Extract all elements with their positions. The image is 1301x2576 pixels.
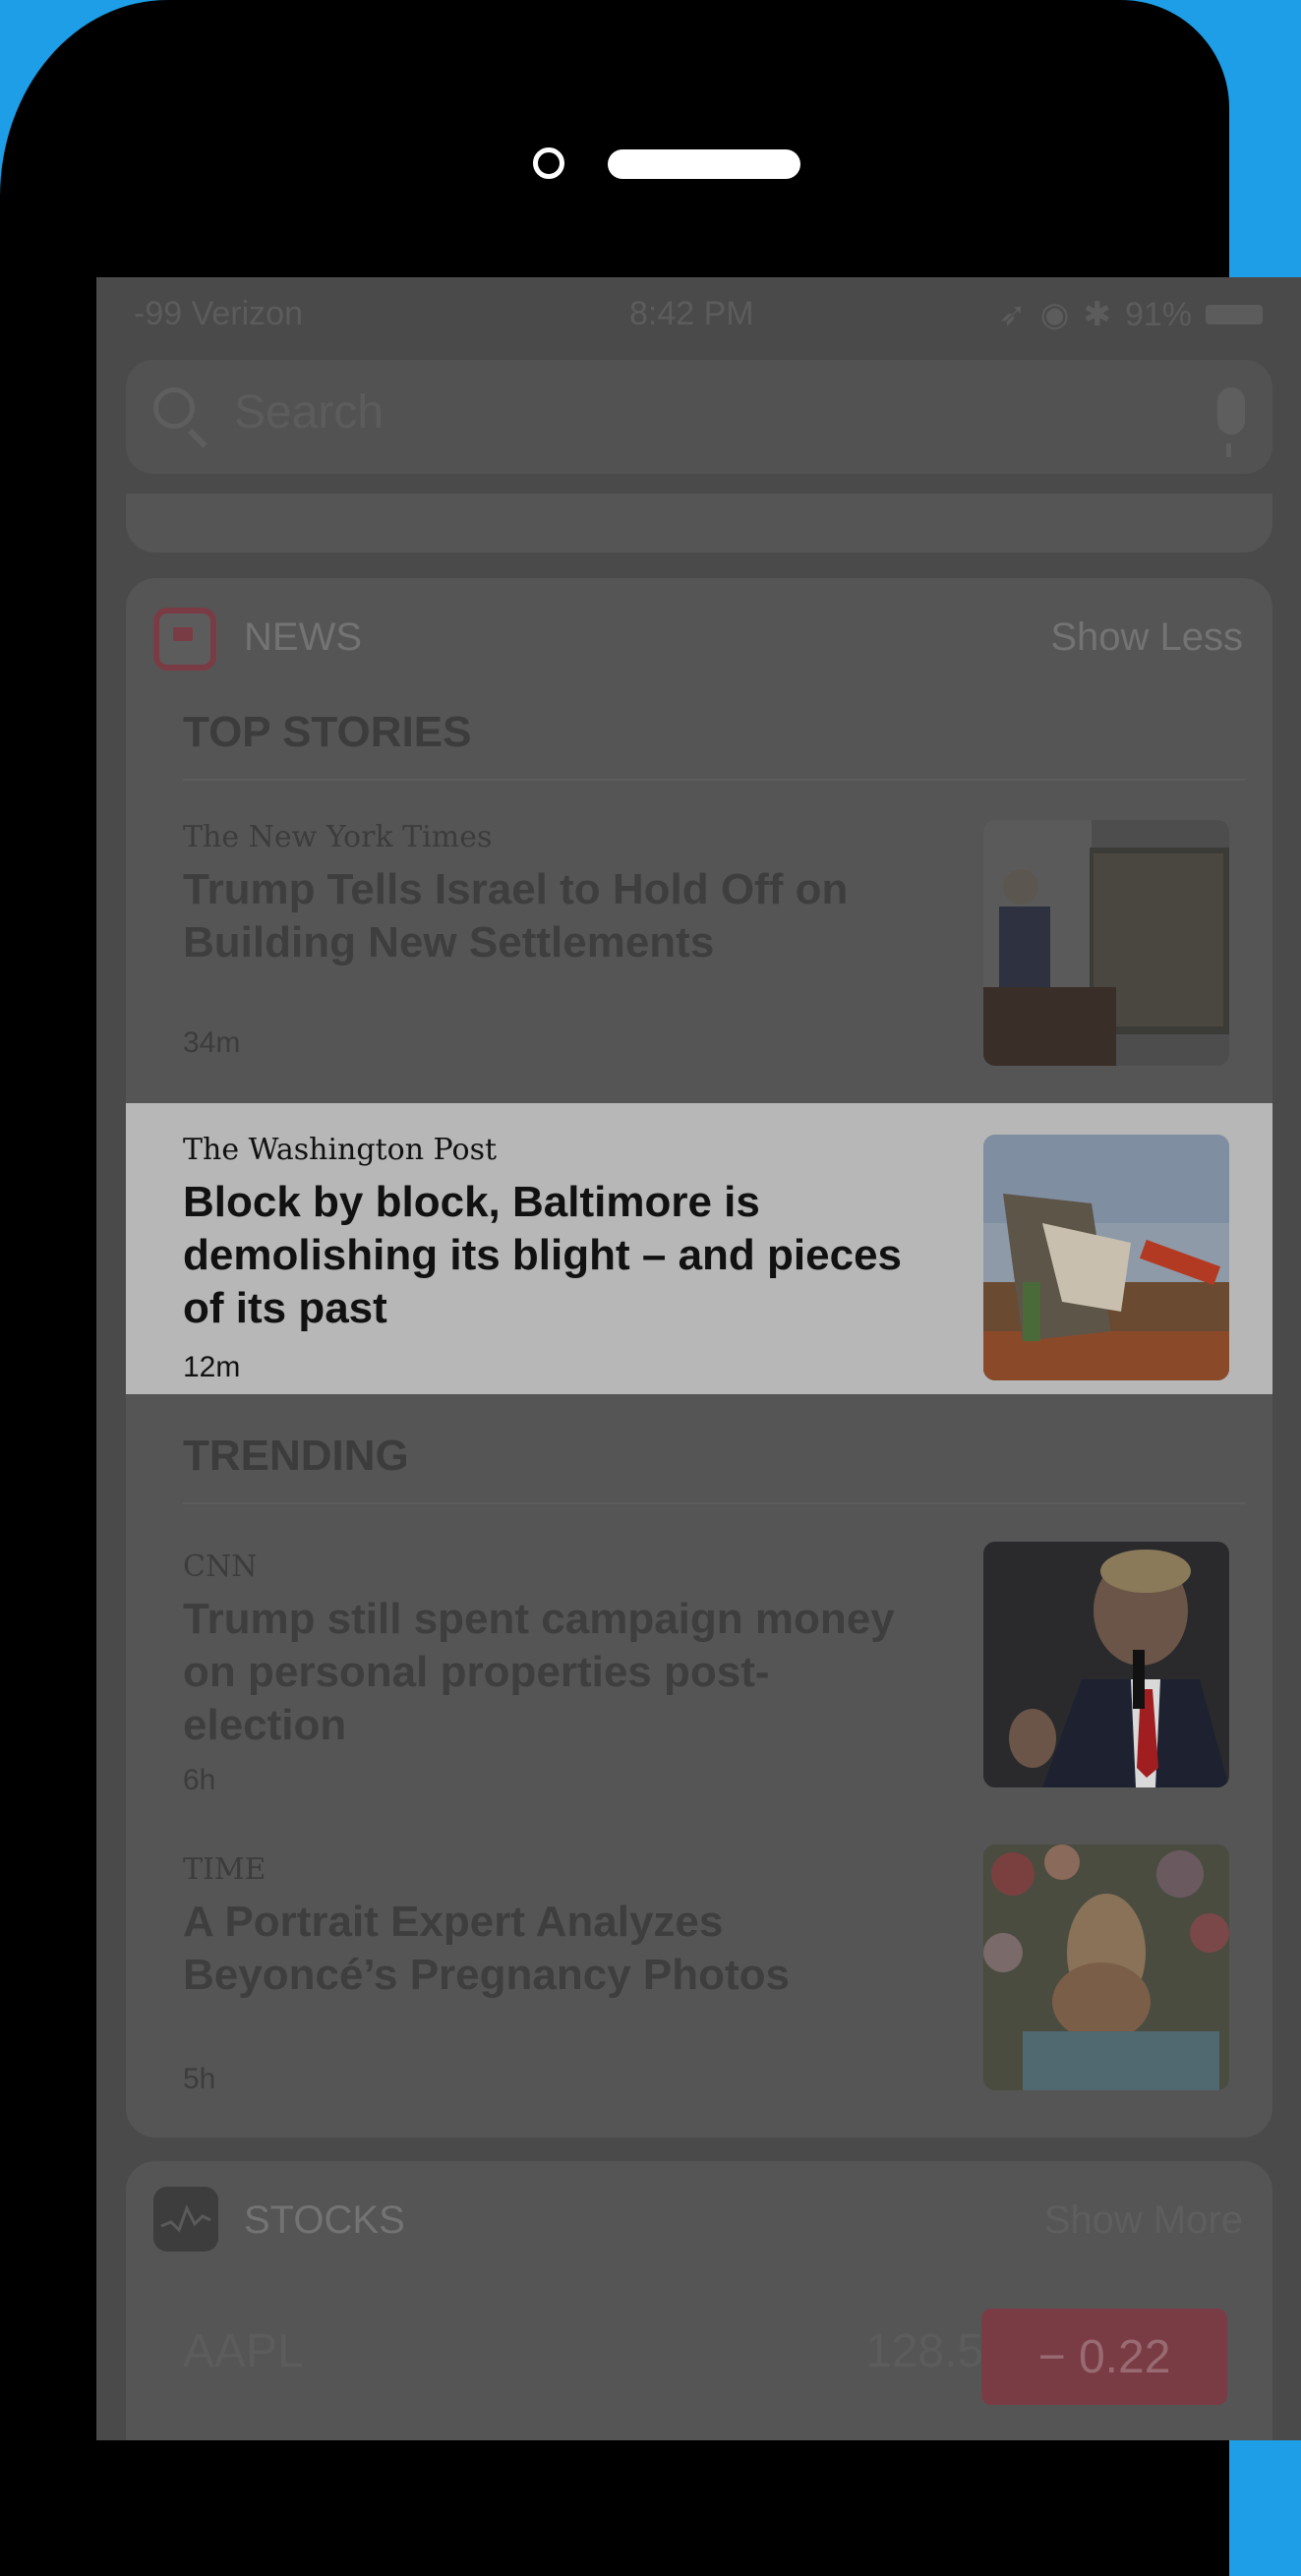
battery-percent: 91% (1124, 295, 1192, 333)
previous-widget-card (126, 494, 1272, 553)
story-headline: Trump Tells Israel to Hold Off on Buildi… (183, 865, 849, 966)
news-story-1[interactable]: The New York Times Trump Tells Israel to… (126, 820, 1272, 1066)
news-story-4[interactable]: TIME A Portrait Expert Analyzes Beyoncé’… (126, 1844, 1272, 2098)
story-source: TIME (183, 1852, 266, 1887)
search-icon (153, 387, 195, 429)
story-thumbnail (983, 1844, 1229, 2090)
news-story-3[interactable]: CNN Trump still spent campaign money on … (126, 1542, 1272, 1796)
earpiece-speaker (608, 149, 800, 179)
status-bar: -99 Verizon 8:42 PM ➶ ◉ ✱ 91% (96, 277, 1301, 356)
phone-frame: -99 Verizon 8:42 PM ➶ ◉ ✱ 91% Search NEW… (0, 0, 1301, 2576)
search-placeholder: Search (234, 386, 384, 439)
story-thumbnail (983, 1542, 1229, 1787)
story-headline: A Portrait Expert Analyzes Beyoncé’s Pre… (183, 1898, 791, 1999)
location-icon: ➶ (998, 296, 1027, 333)
front-camera (533, 147, 564, 179)
stock-symbol[interactable]: AAPL (183, 2324, 304, 2378)
bluetooth-icon: ✱ (1083, 296, 1111, 333)
stocks-widget: STOCKS Show More AAPL 128.53 − 0.22 (126, 2161, 1272, 2440)
story-source: CNN (183, 1550, 258, 1584)
microphone-icon[interactable] (1217, 387, 1245, 457)
search-bar[interactable]: Search (126, 360, 1272, 474)
story-age: 6h (183, 1764, 216, 1796)
stock-change-badge[interactable]: − 0.22 (981, 2309, 1227, 2405)
stocks-app-icon (153, 2187, 218, 2252)
story-headline: Block by block, Baltimore is demolishing… (183, 1178, 903, 1332)
news-story-2[interactable]: The Washington Post Block by block, Balt… (126, 1103, 1272, 1394)
clock: 8:42 PM (629, 295, 754, 332)
stocks-widget-title: STOCKS (244, 2198, 405, 2242)
section-trending: TRENDING (183, 1432, 409, 1480)
section-divider (183, 1502, 1245, 1504)
story-age: 5h (183, 2063, 216, 2095)
section-divider (183, 779, 1245, 781)
show-more-button[interactable]: Show More (1044, 2198, 1243, 2243)
carrier-label: -99 Verizon (134, 295, 303, 332)
news-widget-title: NEWS (244, 615, 362, 659)
battery-icon (1206, 305, 1263, 324)
story-thumbnail (983, 820, 1229, 1066)
show-less-button[interactable]: Show Less (1050, 615, 1243, 660)
status-right: ➶ ◉ ✱ 91% (998, 295, 1263, 334)
story-headline: Trump still spent campaign money on pers… (183, 1595, 895, 1749)
story-source: The Washington Post (183, 1133, 498, 1167)
news-widget: NEWS Show Less TOP STORIES The New York … (126, 578, 1272, 2137)
story-source: The New York Times (183, 820, 493, 854)
screen: -99 Verizon 8:42 PM ➶ ◉ ✱ 91% Search NEW… (96, 277, 1301, 2440)
news-app-icon (153, 608, 216, 671)
story-age: 12m (183, 1351, 241, 1383)
story-thumbnail (983, 1135, 1229, 1380)
story-age: 34m (183, 1026, 241, 1059)
section-top-stories: TOP STORIES (183, 708, 472, 756)
alarm-icon: ◉ (1039, 296, 1070, 333)
